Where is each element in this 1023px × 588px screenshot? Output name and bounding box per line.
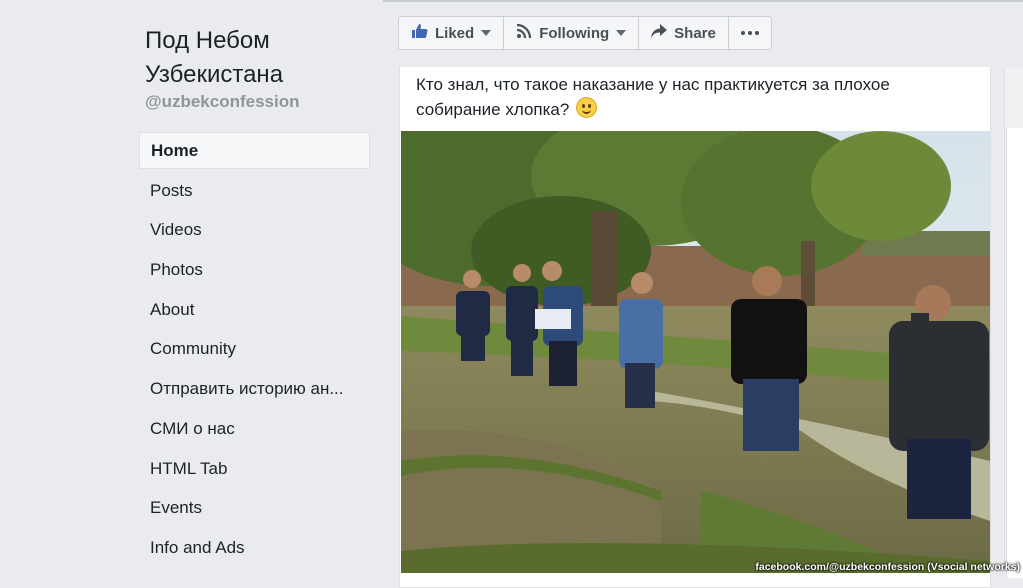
- more-dots-icon: [740, 31, 759, 35]
- nav-item-events[interactable]: Events: [139, 489, 370, 526]
- smiley-icon: [576, 97, 598, 118]
- rss-icon: [516, 23, 532, 43]
- nav-item-photos[interactable]: Photos: [139, 251, 370, 288]
- share-button[interactable]: Share: [638, 16, 729, 50]
- following-label: Following: [539, 24, 610, 42]
- more-button[interactable]: [727, 16, 772, 50]
- nav-item-media[interactable]: СМИ о нас: [139, 410, 370, 447]
- nav-item-posts[interactable]: Posts: [139, 172, 370, 209]
- page-name[interactable]: Под Небом Узбекистана: [145, 24, 375, 92]
- page-nav: Home Posts Videos Photos About Community…: [139, 132, 370, 569]
- post-photo[interactable]: [401, 131, 990, 573]
- liked-button[interactable]: Liked: [398, 16, 505, 50]
- share-arrow-icon: [651, 24, 668, 42]
- liked-label: Liked: [435, 24, 475, 42]
- nav-item-home[interactable]: Home: [139, 132, 370, 169]
- post-card: Кто знал, что такое наказание у нас прак…: [399, 67, 991, 588]
- right-sidebar-card: [1006, 128, 1023, 578]
- post-message: Кто знал, что такое наказание у нас прак…: [416, 75, 890, 119]
- page-handle[interactable]: @uzbekconfession: [145, 92, 300, 112]
- nav-item-info-ads[interactable]: Info and Ads: [139, 529, 370, 566]
- nav-item-html-tab[interactable]: HTML Tab: [139, 450, 370, 487]
- image-credit: facebook.com/@uzbekconfession (Vsocial n…: [755, 561, 1020, 573]
- nav-item-community[interactable]: Community: [139, 330, 370, 367]
- chevron-down-icon: [616, 30, 627, 36]
- left-column: Под Небом Узбекистана @uzbekconfession H…: [0, 0, 383, 575]
- following-button[interactable]: Following: [503, 16, 640, 50]
- nav-item-videos[interactable]: Videos: [139, 211, 370, 248]
- post-text: Кто знал, что такое наказание у нас прак…: [416, 73, 976, 122]
- page-action-bar: Liked Following Share: [398, 16, 772, 50]
- share-label: Share: [674, 24, 716, 42]
- nav-item-about[interactable]: About: [139, 291, 370, 328]
- thumbs-up-icon: [411, 23, 428, 43]
- nav-item-submit-story[interactable]: Отправить историю ан...: [139, 370, 370, 407]
- chevron-down-icon: [481, 30, 492, 36]
